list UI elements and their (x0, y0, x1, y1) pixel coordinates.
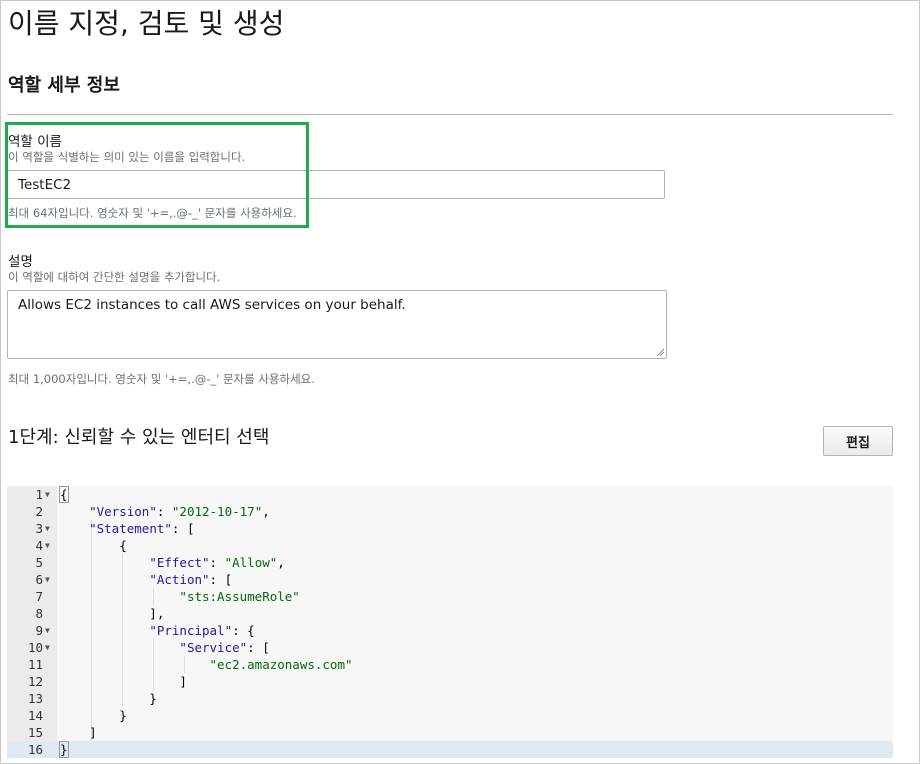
page-title: 이름 지정, 검토 및 생성 (8, 7, 285, 40)
step1-title: 1단계: 신뢰할 수 있는 엔터티 선택 (8, 427, 270, 448)
fold-arrow-icon: ▼ (45, 524, 50, 533)
code-line: 4 ▼ { (35, 538, 127, 553)
fold-arrow-icon: ▼ (45, 643, 50, 652)
fold-arrow-icon: ▼ (45, 541, 50, 550)
code-line: 13 } (27, 691, 157, 706)
divider (7, 114, 893, 115)
description-label: 설명 (8, 254, 33, 270)
fold-arrow-icon: ▼ (45, 490, 50, 499)
code-line: 5 "Effect": "Allow", (35, 555, 285, 570)
code-line: 14 } (27, 708, 127, 723)
code-line: 6 ▼ "Action": [ (35, 572, 233, 587)
resize-grip-icon[interactable] (656, 348, 664, 356)
trust-policy-editor[interactable]: 1 ▼ { 2 "Version": "2012-10-17", 3 ▼ "Stat… (7, 486, 893, 758)
fold-arrow-icon: ▼ (45, 626, 50, 635)
fold-arrow-icon: ▼ (45, 575, 50, 584)
code-line: 9 ▼ "Principal": { (35, 623, 255, 638)
description-textarea[interactable]: Allows EC2 instances to call AWS service… (7, 290, 667, 359)
code-line: 8 ], (35, 606, 165, 621)
section-title: 역할 세부 정보 (8, 75, 120, 96)
code-line: 1 ▼ { (35, 486, 69, 503)
code-line: 2 "Version": "2012-10-17", (35, 504, 270, 519)
highlight-box (5, 122, 309, 228)
edit-button[interactable]: 편집 (823, 426, 893, 456)
code-line: 10 ▼ "Service": [ (27, 640, 270, 655)
code-line: 3 ▼ "Statement": [ (35, 521, 195, 536)
code-line: 7 "sts:AssumeRole" (35, 589, 300, 604)
code-line: 16 } (27, 741, 69, 758)
description-hint: 이 역할에 대하여 간단한 설명을 추가합니다. (8, 270, 221, 284)
description-text: Allows EC2 instances to call AWS service… (18, 297, 406, 313)
description-constraint: 최대 1,000자입니다. 영숫자 및 '+=,.@-_' 문자를 사용하세요. (8, 372, 315, 386)
code-line: 15 ] (27, 725, 97, 740)
code-line: 12 ] (27, 674, 187, 689)
code-line: 11 "ec2.amazonaws.com" (27, 657, 353, 672)
